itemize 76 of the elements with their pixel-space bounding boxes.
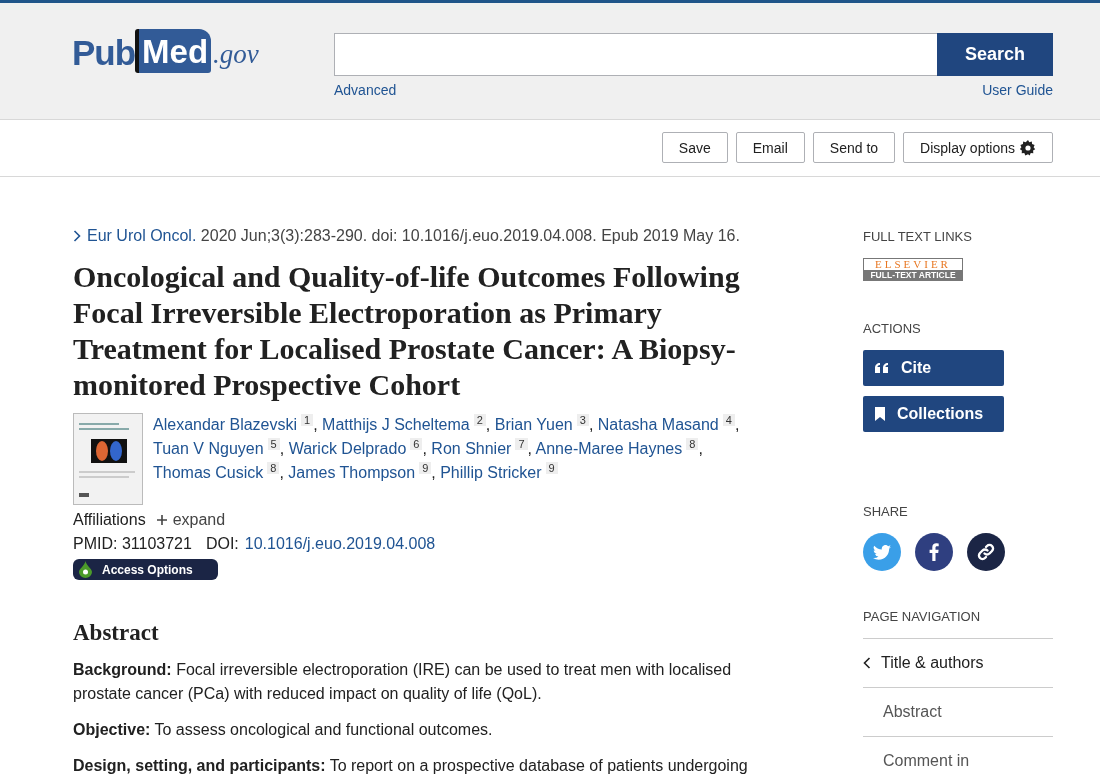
comma: ,: [588, 416, 594, 433]
author-link[interactable]: Anne-Maree Haynes: [535, 440, 683, 457]
author-link[interactable]: Ron Shnier: [431, 440, 512, 457]
bird-icon: [873, 544, 891, 560]
search-field[interactable]: [334, 33, 937, 76]
plus-icon: [155, 514, 168, 526]
affiliation-number[interactable]: 9: [419, 461, 432, 474]
citation-text: Eur Urol Oncol. 2020 Jun;3(3):283-290. doi: 10.1016/j.euo.2019.04.008. Epub 2019 May 16.: [87, 227, 740, 245]
section-heading: FULL TEXT LINKS: [863, 229, 973, 244]
author-link[interactable]: Phillip Stricker: [440, 464, 542, 481]
action-button[interactable]: Collections: [863, 396, 1004, 432]
search-button[interactable]: Search: [937, 33, 1053, 76]
nav-item[interactable]: Title & authors: [863, 638, 1053, 687]
comma: ,: [313, 416, 318, 433]
pubmed-logo[interactable]: Pub Med.gov: [72, 29, 334, 73]
abstract-paragraph: Background: Focal irreversible electroporation (IRE) can be used to treat men with localised prostate cancer (PCa) with reduced impact on quality of life (QoL).: [73, 660, 733, 704]
header-link[interactable]: User Guide: [982, 82, 1053, 98]
pmid-text: PMID: 31103721: [73, 535, 192, 553]
affiliation-number[interactable]: 3: [576, 413, 589, 426]
access-options-button[interactable]: Access Options: [73, 559, 218, 580]
facebook-icon: [929, 543, 939, 561]
toolbar-button[interactable]: Display options: [903, 132, 1053, 163]
section-heading: SHARE: [863, 504, 909, 519]
article-title: Oncological and Quality-of-life Outcomes Following Focal Irreversible Electroporation as Primary Treatment for Localised Prostate Cancer: A Biopsy-monitored Prospective Cohort: [73, 259, 741, 403]
author-link[interactable]: Tuan V Nguyen: [153, 440, 264, 457]
toolbar-button[interactable]: Send to: [812, 132, 896, 163]
comma: ,: [279, 440, 285, 457]
quote-icon: [875, 363, 889, 373]
comma: ,: [734, 416, 740, 433]
section-heading: ACTIONS: [863, 321, 922, 336]
affiliation-number[interactable]: 7: [515, 437, 528, 450]
abstract-heading: Abstract: [73, 620, 160, 646]
toolbar-button[interactable]: Save: [661, 132, 728, 163]
doi-label: DOI:: [205, 535, 239, 553]
section-heading: PAGE NAVIGATION: [863, 609, 982, 624]
affiliation-number[interactable]: 2: [473, 413, 486, 426]
abstract-paragraph: Objective: To assess oncological and functional outcomes.: [73, 720, 494, 740]
author-link[interactable]: Thomas Cusick: [153, 464, 264, 481]
comma: ,: [527, 440, 532, 457]
toolbar-button[interactable]: Email: [735, 132, 805, 163]
bookmark-icon: [875, 407, 885, 421]
affiliation-number[interactable]: 1: [301, 413, 314, 426]
gear-icon: [1020, 139, 1036, 156]
author-link[interactable]: Brian Yuen: [494, 416, 573, 433]
share-button[interactable]: [967, 533, 1005, 571]
author-link[interactable]: Alexandar Blazevski: [153, 416, 298, 433]
expand-toggle[interactable]: expand: [151, 511, 226, 529]
author-link[interactable]: Warick Delprado: [288, 440, 407, 457]
comma: ,: [698, 440, 703, 457]
nav-item[interactable]: Abstract: [863, 687, 1053, 736]
doi-link[interactable]: 10.1016/j.euo.2019.04.008: [244, 535, 436, 553]
comma: ,: [431, 464, 436, 481]
header-link[interactable]: Advanced: [334, 82, 397, 98]
affiliation-number[interactable]: 6: [410, 437, 423, 450]
affiliation-number[interactable]: 5: [267, 437, 280, 450]
comma: ,: [279, 464, 284, 481]
action-button[interactable]: Cite: [863, 350, 1004, 386]
affiliations-label: Affiliations: [73, 511, 146, 529]
elsevier-full-text-link[interactable]: ELSEVIER FULL-TEXT ARTICLE: [863, 258, 963, 281]
author-link[interactable]: Matthijs J Scheltema: [322, 416, 470, 433]
author-link[interactable]: James Thompson: [288, 464, 416, 481]
comma: ,: [485, 416, 491, 433]
journal-link[interactable]: Eur Urol Oncol.: [87, 227, 197, 244]
chevron-left-icon: [863, 657, 871, 669]
affiliation-number[interactable]: 8: [267, 461, 280, 474]
affiliation-number[interactable]: 9: [545, 461, 558, 474]
comma: ,: [422, 440, 427, 457]
drop-icon: [79, 561, 92, 578]
author-link[interactable]: Natasha Masand: [597, 416, 719, 433]
chevron-right-icon: [73, 230, 81, 242]
affiliation-number[interactable]: 4: [722, 413, 735, 426]
share-button[interactable]: [915, 533, 953, 571]
abstract-paragraph: Design, setting, and participants: To report on a prospective database of patients undergoing: [73, 756, 749, 775]
affiliation-number[interactable]: 8: [686, 437, 699, 450]
link-icon: [977, 543, 995, 561]
nav-item[interactable]: Comment in: [863, 736, 1053, 775]
